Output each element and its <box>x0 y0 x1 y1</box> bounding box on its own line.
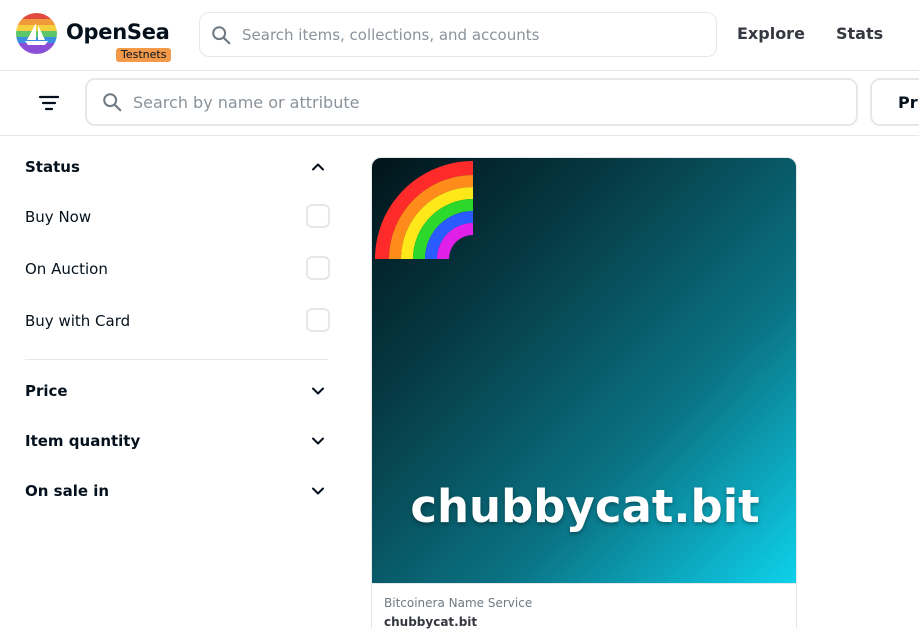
on-sale-in-section-header[interactable]: On sale in <box>25 476 328 506</box>
top-nav: OpenSea Testnets Explore Stats <box>0 0 919 71</box>
on-sale-in-section-title: On sale in <box>25 482 110 500</box>
collection-toolbar: Pri <box>0 71 919 136</box>
item-search[interactable] <box>85 78 858 126</box>
status-option-buy-now[interactable]: Buy Now <box>25 204 330 230</box>
nav-stats[interactable]: Stats <box>836 24 883 43</box>
chevron-down-icon <box>312 437 324 445</box>
card-item-name: chubbycat.bit <box>384 615 478 629</box>
logo-rainbow-icon <box>16 13 57 54</box>
status-option-buy-with-card[interactable]: Buy with Card <box>25 308 330 334</box>
section-divider <box>25 359 328 360</box>
search-icon <box>103 93 122 112</box>
status-option-label: Buy Now <box>25 208 92 226</box>
price-section-header[interactable]: Price <box>25 376 328 406</box>
sort-dropdown-button[interactable]: Pri <box>870 78 919 126</box>
card-info: Bitcoinera Name Service chubbycat.bit <box>372 583 796 629</box>
item-search-input[interactable] <box>133 80 843 124</box>
status-section-header[interactable]: Status <box>25 152 328 182</box>
buy-now-checkbox[interactable] <box>306 204 330 228</box>
status-option-label: Buy with Card <box>25 312 131 330</box>
on-auction-checkbox[interactable] <box>306 256 330 280</box>
rainbow-icon <box>375 161 473 259</box>
chevron-down-icon <box>312 487 324 495</box>
nft-card[interactable]: chubbycat.bit Bitcoinera Name Service ch… <box>371 157 797 629</box>
status-option-label: On Auction <box>25 260 108 278</box>
nft-image[interactable]: chubbycat.bit <box>372 158 796 583</box>
status-section-title: Status <box>25 158 80 176</box>
item-quantity-section-title: Item quantity <box>25 432 141 450</box>
status-option-on-auction[interactable]: On Auction <box>25 256 330 282</box>
brand-name: OpenSea <box>66 20 170 44</box>
filter-sidebar: Status Buy Now On Auction Buy with Card … <box>0 136 345 629</box>
chevron-up-icon <box>312 163 324 171</box>
nft-image-text: chubbycat.bit <box>410 480 760 533</box>
global-search[interactable] <box>199 12 717 57</box>
chevron-down-icon <box>312 387 324 395</box>
global-search-input[interactable] <box>242 13 702 56</box>
card-collection-name[interactable]: Bitcoinera Name Service <box>384 596 532 610</box>
sort-button-label: Pri <box>898 93 919 112</box>
filter-toggle-icon[interactable] <box>34 88 64 118</box>
search-icon <box>212 26 231 45</box>
testnets-badge: Testnets <box>116 48 172 62</box>
opensea-logo[interactable]: OpenSea Testnets <box>16 13 176 63</box>
buy-with-card-checkbox[interactable] <box>306 308 330 332</box>
nav-explore[interactable]: Explore <box>737 24 805 43</box>
price-section-title: Price <box>25 382 68 400</box>
item-quantity-section-header[interactable]: Item quantity <box>25 426 328 456</box>
